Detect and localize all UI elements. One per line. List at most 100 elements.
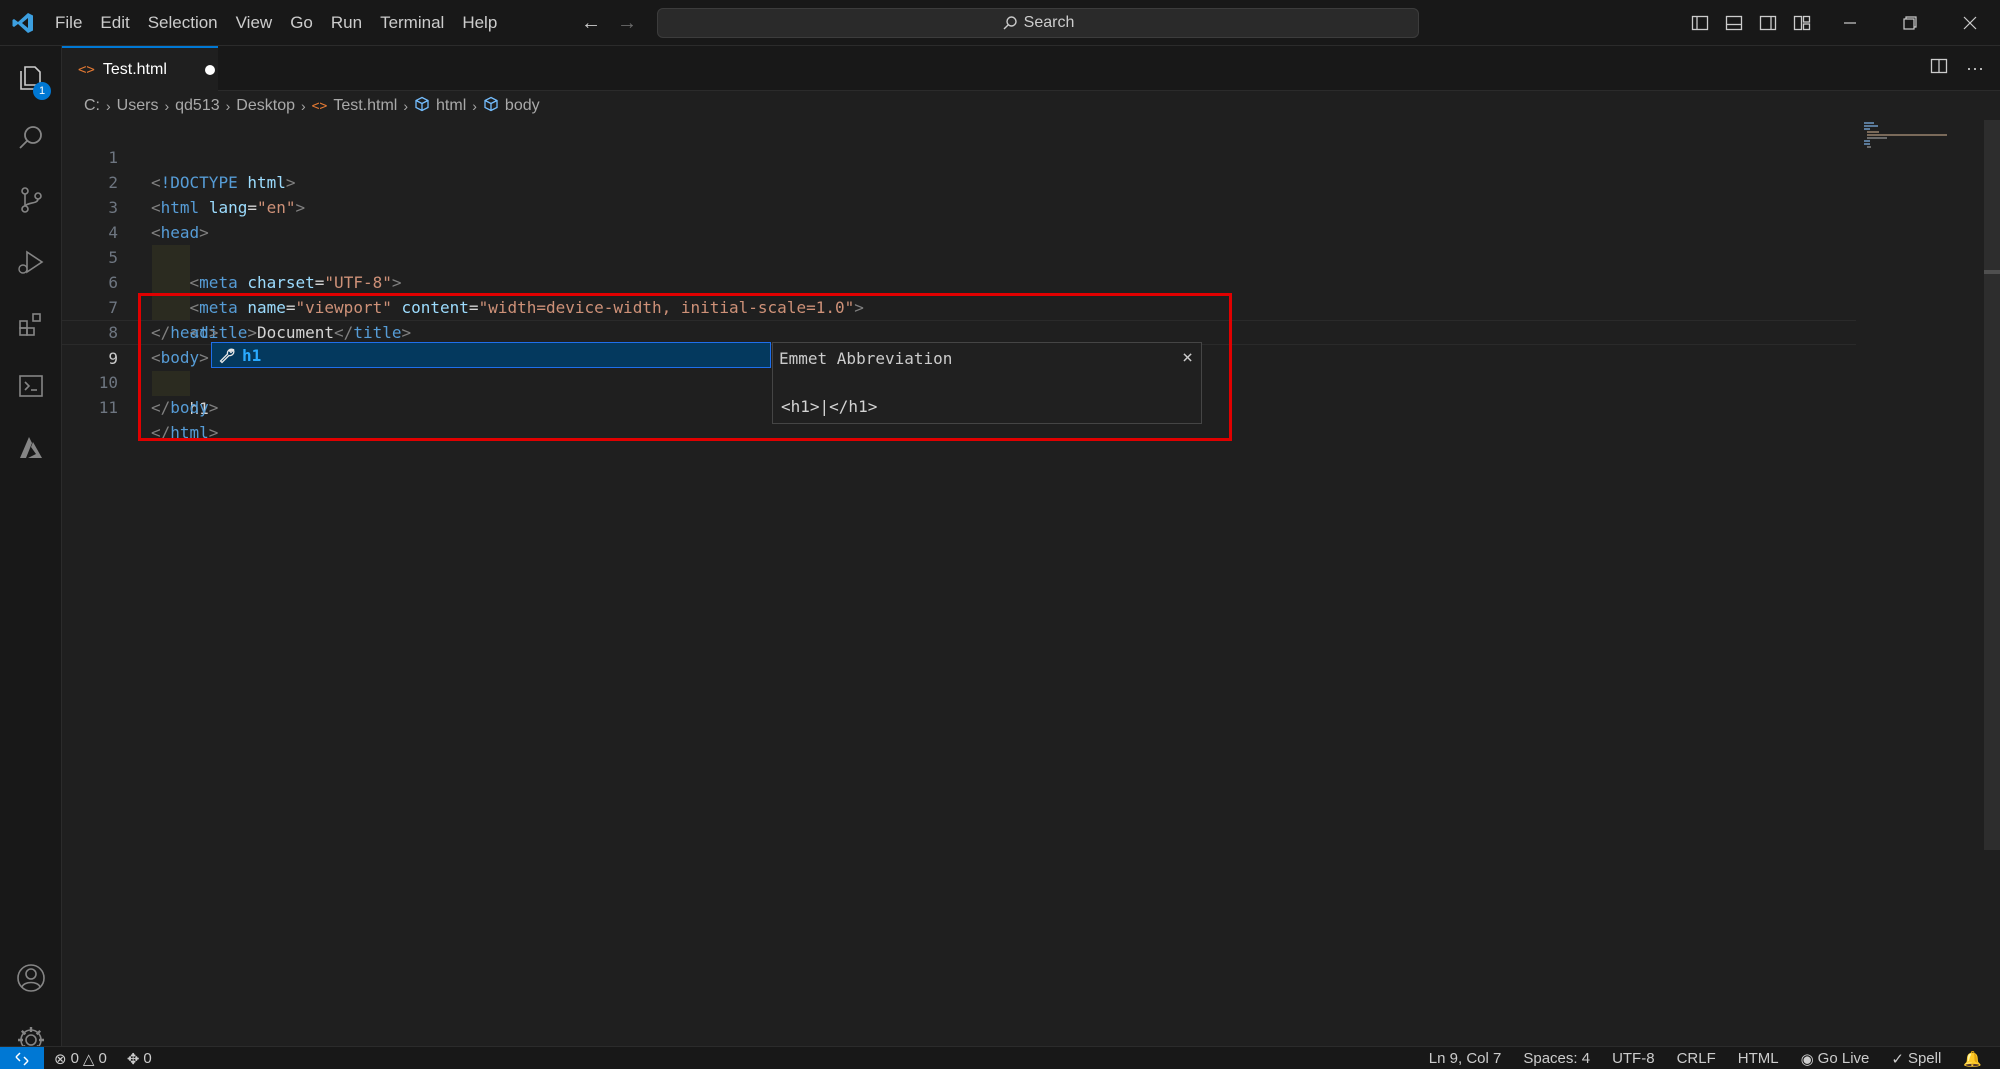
html-file-icon: <> bbox=[311, 98, 328, 114]
breadcrumb: C: › Users › qd513 › Desktop › <> Test.h… bbox=[84, 94, 540, 118]
azure-icon bbox=[20, 437, 42, 458]
ports-count: 0 bbox=[143, 1050, 152, 1067]
html-file-icon: <> bbox=[78, 61, 95, 78]
search-icon bbox=[19, 126, 42, 149]
toggle-primary-sidebar-icon[interactable] bbox=[1688, 11, 1712, 35]
close-window-icon[interactable] bbox=[1940, 0, 2000, 46]
problems-indicator[interactable]: ⊗ 0 △ 0 bbox=[54, 1050, 107, 1068]
error-count: 0 bbox=[70, 1050, 79, 1067]
menu-selection[interactable]: Selection bbox=[139, 8, 227, 38]
azure-button[interactable] bbox=[0, 420, 62, 476]
suggestion-item[interactable]: h1 bbox=[211, 342, 771, 368]
source-control-button[interactable] bbox=[0, 172, 62, 228]
activity-bar: 1 bbox=[0, 46, 62, 1053]
code-line: 8 <body> bbox=[62, 295, 1856, 367]
indentation[interactable]: Spaces: 4 bbox=[1523, 1050, 1590, 1067]
customize-layout-icon[interactable] bbox=[1790, 11, 1814, 35]
more-actions-icon[interactable]: ··· bbox=[1966, 58, 1984, 79]
code-line: 2 <html lang="en"> bbox=[62, 145, 1856, 217]
toggle-panel-icon[interactable] bbox=[1722, 11, 1746, 35]
code-editor[interactable]: 1 <!DOCTYPE html> 2 <html lang="en"> 3 <… bbox=[62, 120, 2000, 1045]
search-icon bbox=[1003, 16, 1017, 30]
suggestion-details: Emmet Abbreviation × <h1>|</h1> bbox=[772, 342, 1202, 424]
code-text: </html> bbox=[151, 423, 219, 442]
spell-check-button[interactable]: ✓ Spell bbox=[1891, 1050, 1941, 1068]
editor-actions: ··· bbox=[1930, 46, 1984, 91]
close-icon[interactable]: × bbox=[1182, 347, 1193, 368]
breadcrumb-users[interactable]: Users bbox=[117, 97, 159, 115]
code-text: </body> bbox=[151, 398, 219, 417]
search-view-button[interactable] bbox=[0, 110, 62, 166]
code-line: 4 <meta charset="UTF-8"> bbox=[62, 195, 1856, 292]
split-editor-icon[interactable] bbox=[1930, 57, 1948, 80]
warning-icon: △ bbox=[82, 1050, 95, 1068]
menu-go[interactable]: Go bbox=[281, 8, 322, 38]
chevron-right-icon: › bbox=[472, 98, 477, 114]
account-icon bbox=[17, 964, 45, 992]
minimize-icon[interactable] bbox=[1820, 0, 1880, 46]
code-line: 6 <title>Document</title> bbox=[62, 245, 1856, 342]
go-live-label: Go Live bbox=[1817, 1050, 1870, 1067]
menu-file[interactable]: File bbox=[46, 8, 91, 38]
run-debug-button[interactable] bbox=[0, 234, 62, 290]
go-live-button[interactable]: ◉ Go Live bbox=[1801, 1050, 1870, 1068]
menu-view[interactable]: View bbox=[227, 8, 282, 38]
extensions-button[interactable] bbox=[0, 296, 62, 352]
breadcrumb-user[interactable]: qd513 bbox=[175, 97, 220, 115]
source-control-icon bbox=[21, 187, 42, 213]
tab-bar: <> Test.html ··· bbox=[62, 46, 2000, 91]
breadcrumb-desktop[interactable]: Desktop bbox=[236, 97, 295, 115]
toggle-secondary-sidebar-icon[interactable] bbox=[1756, 11, 1780, 35]
chevron-right-icon: › bbox=[301, 98, 306, 114]
status-right: Ln 9, Col 7 Spaces: 4 UTF-8 CRLF HTML ◉ … bbox=[1429, 1047, 1982, 1069]
back-arrow-icon[interactable]: ← bbox=[580, 12, 602, 35]
end-of-line[interactable]: CRLF bbox=[1677, 1050, 1716, 1067]
accounts-button[interactable] bbox=[0, 950, 62, 1006]
breadcrumb-html[interactable]: html bbox=[436, 97, 466, 115]
menu-help[interactable]: Help bbox=[453, 8, 506, 38]
title-bar: File Edit Selection View Go Run Terminal… bbox=[0, 0, 2000, 46]
explorer-button[interactable]: 1 bbox=[0, 50, 62, 106]
notifications-bell-icon[interactable]: 🔔 bbox=[1963, 1050, 1982, 1068]
suggestion-label: h1 bbox=[242, 345, 262, 365]
details-title: Emmet Abbreviation bbox=[779, 349, 953, 368]
breadcrumb-drive[interactable]: C: bbox=[84, 97, 100, 115]
ports-indicator[interactable]: ✥ 0 bbox=[127, 1050, 152, 1068]
line-number: 11 bbox=[98, 398, 118, 417]
chevron-right-icon: › bbox=[225, 98, 231, 114]
file-encoding[interactable]: UTF-8 bbox=[1612, 1050, 1655, 1067]
vscode-logo-icon bbox=[0, 0, 46, 46]
error-icon: ⊗ bbox=[54, 1050, 67, 1068]
language-mode[interactable]: HTML bbox=[1738, 1050, 1779, 1067]
remote-button[interactable] bbox=[0, 1047, 44, 1069]
window-controls bbox=[1820, 0, 2000, 46]
breadcrumb-body[interactable]: body bbox=[505, 97, 540, 115]
minimap[interactable] bbox=[1862, 120, 1952, 160]
terminal-icon bbox=[19, 375, 43, 397]
tab-filename: Test.html bbox=[102, 60, 167, 78]
chevron-right-icon: › bbox=[164, 98, 170, 114]
code-line: 1 <!DOCTYPE html> bbox=[62, 120, 1856, 192]
forward-arrow-icon[interactable]: → bbox=[616, 12, 638, 35]
status-left: ⊗ 0 △ 0 ✥ 0 bbox=[54, 1047, 152, 1069]
symbol-element-icon bbox=[414, 96, 430, 117]
scrollbar-marker bbox=[1984, 270, 2000, 274]
menu-terminal[interactable]: Terminal bbox=[371, 8, 453, 38]
layout-controls bbox=[1688, 0, 1814, 46]
tab-test-html[interactable]: <> Test.html bbox=[62, 46, 218, 91]
menu-edit[interactable]: Edit bbox=[91, 8, 138, 38]
remote-icon bbox=[15, 1051, 29, 1066]
wrench-icon bbox=[219, 348, 235, 364]
menu-run[interactable]: Run bbox=[322, 8, 371, 38]
terminal-button[interactable] bbox=[0, 358, 62, 414]
restore-icon[interactable] bbox=[1880, 0, 1940, 46]
run-debug-icon bbox=[18, 250, 44, 274]
unsaved-dot-icon[interactable] bbox=[204, 64, 215, 75]
breadcrumb-file[interactable]: Test.html bbox=[333, 97, 397, 115]
symbol-element-icon bbox=[483, 96, 499, 117]
command-center-search[interactable]: Search bbox=[657, 8, 1419, 38]
check-icon: ✓ bbox=[1891, 1050, 1904, 1068]
extensions-icon bbox=[19, 313, 41, 336]
cursor-position[interactable]: Ln 9, Col 7 bbox=[1429, 1050, 1502, 1067]
vertical-scrollbar[interactable] bbox=[1984, 120, 2000, 850]
